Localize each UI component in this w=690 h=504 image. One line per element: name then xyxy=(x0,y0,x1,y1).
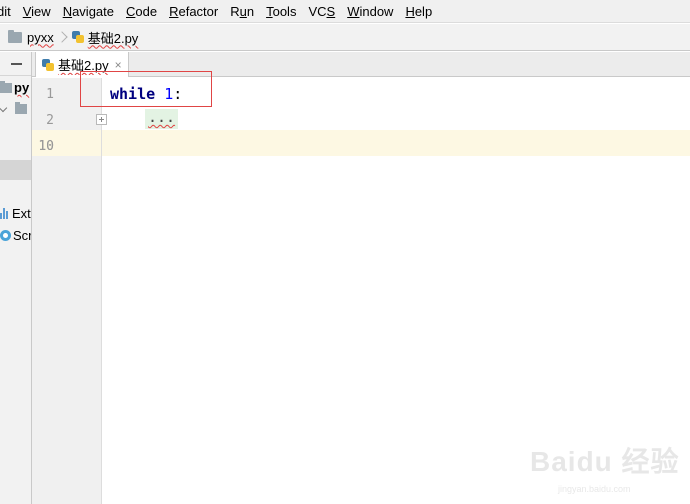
folder-icon xyxy=(8,29,22,43)
libraries-icon xyxy=(0,208,10,219)
breadcrumb-file[interactable]: 基础2.py xyxy=(71,24,139,51)
expand-arrow-icon[interactable] xyxy=(0,103,8,112)
breadcrumb-project-label: pyxx xyxy=(27,29,54,45)
menu-view[interactable]: View xyxy=(17,0,57,23)
menu-refactor[interactable]: Refactor xyxy=(163,0,224,23)
menu-window[interactable]: Window xyxy=(341,0,399,23)
line-number-10: 10 xyxy=(38,139,54,154)
tree-selection-row[interactable] xyxy=(0,160,31,180)
project-toolbar xyxy=(0,52,31,76)
folded-code-text: ... xyxy=(148,108,176,126)
gutter-labels: 1 2 10 xyxy=(32,78,107,504)
baidu-watermark-logo: Baidu 经验 jingyan.baidu.com xyxy=(530,440,680,500)
minimize-icon[interactable] xyxy=(11,63,22,65)
caret-line-highlight xyxy=(32,130,690,156)
watermark-url: jingyan.baidu.com xyxy=(558,484,631,494)
menu-run[interactable]: Run xyxy=(224,0,260,23)
line-number-2: 2 xyxy=(46,113,54,128)
breadcrumb-project[interactable]: pyxx xyxy=(0,24,54,51)
scratches-icon xyxy=(0,230,11,241)
menu-edit[interactable]: dit xyxy=(0,0,17,23)
menu-code[interactable]: Code xyxy=(120,0,163,23)
chevron-right-icon xyxy=(58,24,68,51)
breadcrumb-file-label: 基础2.py xyxy=(87,30,139,46)
fold-toggle-icon[interactable] xyxy=(96,114,107,125)
project-tool-window: py Ext Scr xyxy=(0,52,32,504)
navigation-bar: pyxx 基础2.py xyxy=(0,24,690,51)
menu-navigate[interactable]: Navigate xyxy=(57,0,120,23)
folder-icon xyxy=(0,80,12,93)
line-number-1: 1 xyxy=(46,87,54,102)
tree-item-child[interactable] xyxy=(0,102,27,114)
tree-item-external-libraries-label: Ext xyxy=(12,206,31,221)
menu-vcs[interactable]: VCS xyxy=(302,0,341,23)
menu-help[interactable]: Help xyxy=(399,0,438,23)
watermark-brand: Baidu 经验 xyxy=(530,446,680,477)
tree-item-root-label: py xyxy=(14,80,30,95)
tree-item-scratches-label: Scr xyxy=(13,228,32,243)
menu-bar: dit View Navigate Code Refactor Run Tool… xyxy=(0,0,690,23)
folded-code-placeholder[interactable]: ... xyxy=(145,108,179,129)
python-file-icon xyxy=(71,31,84,43)
annotation-highlight-box xyxy=(80,71,212,107)
tree-item-scratches[interactable]: Scr xyxy=(0,228,32,243)
tree-item-root[interactable]: py xyxy=(0,80,29,95)
folder-icon xyxy=(15,102,27,114)
close-icon[interactable]: × xyxy=(115,58,122,72)
tree-item-external-libraries[interactable]: Ext xyxy=(0,206,31,221)
python-file-icon xyxy=(42,58,54,71)
menu-tools[interactable]: Tools xyxy=(260,0,302,23)
